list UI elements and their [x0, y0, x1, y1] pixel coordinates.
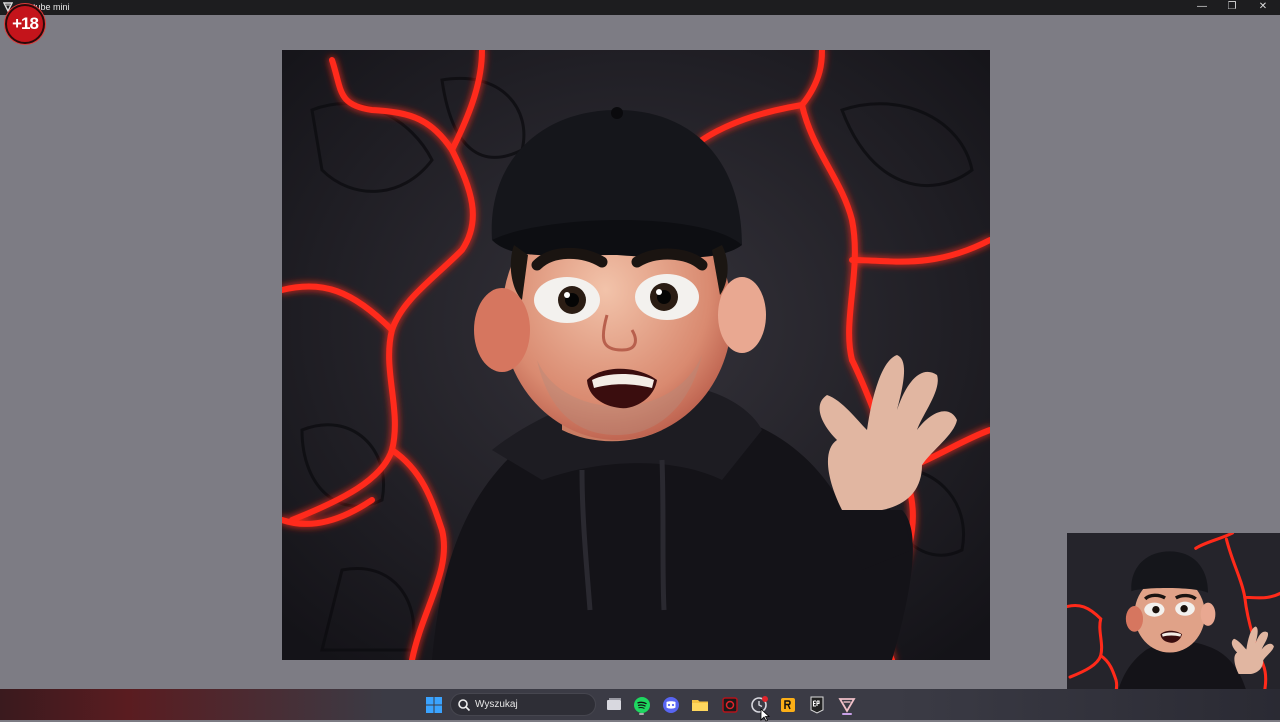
main-video-frame[interactable] [282, 50, 990, 660]
epic-games-icon[interactable] [806, 694, 828, 716]
close-button[interactable]: ✕ [1248, 0, 1278, 15]
minimize-button[interactable]: — [1187, 0, 1217, 15]
age-rating-badge: +18 [5, 4, 45, 44]
search-icon [458, 699, 471, 712]
discord-icon[interactable] [660, 694, 682, 716]
windows-start-icon[interactable] [423, 694, 445, 716]
red-app-icon[interactable] [719, 694, 741, 716]
file-explorer-icon[interactable] [689, 694, 711, 716]
spotify-icon[interactable] [631, 694, 653, 716]
taskbar: Wyszukaj [0, 689, 1280, 720]
search-placeholder: Wyszukaj [475, 699, 518, 710]
tube-mini-icon[interactable] [836, 694, 858, 716]
restore-button[interactable]: ❐ [1217, 0, 1247, 15]
taskbar-search-box[interactable]: Wyszukaj [450, 693, 596, 716]
rockstar-launcher-icon[interactable] [777, 694, 799, 716]
task-view-icon[interactable] [603, 694, 625, 716]
window-title-bar: tube mini — ❐ ✕ [0, 0, 1280, 15]
character-artwork [282, 50, 990, 660]
